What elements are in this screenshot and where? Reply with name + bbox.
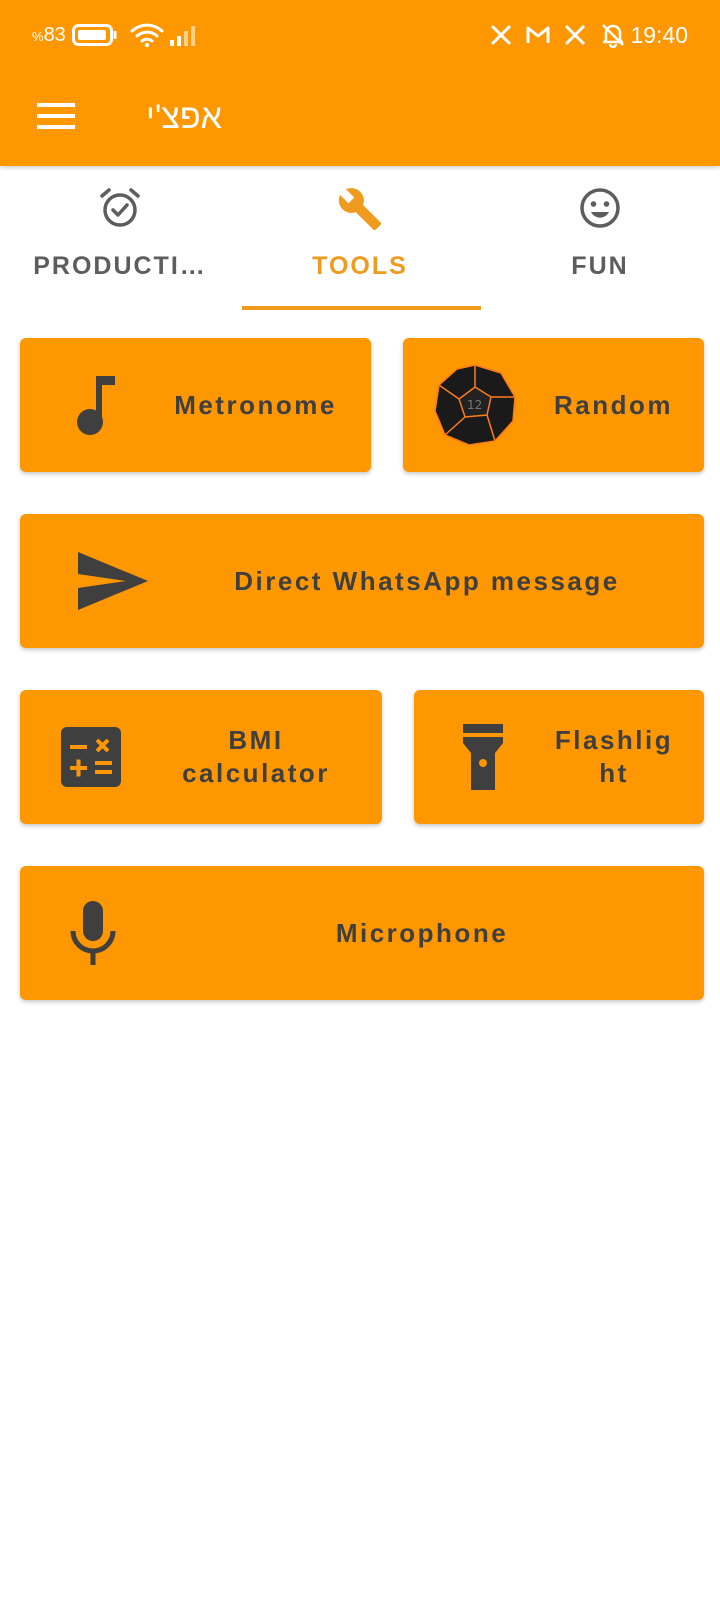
wrench-icon bbox=[338, 188, 382, 231]
percent-sign: % bbox=[32, 28, 44, 44]
microphone-button[interactable]: Microphone bbox=[20, 866, 704, 1000]
toolbar: אפצ'י bbox=[0, 70, 720, 166]
random-label: Random bbox=[554, 389, 673, 420]
bmi-label-line1: BMI bbox=[228, 725, 284, 755]
calculator-icon bbox=[61, 727, 121, 787]
whatsapp-message-button[interactable]: Direct WhatsApp message bbox=[20, 514, 704, 648]
send-icon bbox=[78, 552, 148, 610]
tab-fun[interactable]: FUN bbox=[480, 166, 720, 310]
whatsapp-label: Direct WhatsApp message bbox=[234, 565, 620, 596]
bmi-calculator-button[interactable]: BMI calculator bbox=[20, 690, 382, 824]
flashlight-label: Flashlig ht bbox=[534, 690, 694, 824]
microphone-icon bbox=[70, 901, 116, 965]
signal-icon bbox=[169, 26, 195, 46]
wifi-icon bbox=[130, 23, 164, 48]
app-title: אפצ'י bbox=[146, 98, 222, 136]
battery-percent: %83 bbox=[32, 24, 66, 47]
flashlight-label-line2: ht bbox=[599, 758, 629, 788]
bell-muted-icon bbox=[602, 24, 625, 48]
x-app-icon bbox=[491, 24, 512, 46]
app-bar: %83 19:40 אפצ'י bbox=[0, 0, 720, 166]
tab-productivity[interactable]: PRODUCTI… bbox=[0, 166, 240, 310]
metronome-button[interactable]: Metronome bbox=[20, 338, 371, 472]
tab-label-fun: FUN bbox=[571, 252, 629, 280]
clock: 19:40 bbox=[630, 21, 688, 48]
alarm-check-icon bbox=[100, 188, 140, 227]
status-right: 19:40 bbox=[476, 20, 688, 50]
flashlight-label-line1: Flashlig bbox=[554, 725, 674, 755]
tab-tools[interactable]: TOOLS bbox=[240, 166, 480, 310]
bmi-label: BMI calculator bbox=[150, 690, 362, 824]
battery-value: 83 bbox=[43, 23, 66, 46]
dice-number: 12 bbox=[467, 398, 482, 412]
tab-label-tools: TOOLS bbox=[312, 252, 408, 280]
microphone-label: Microphone bbox=[335, 917, 509, 948]
tab-label-productivity: PRODUCTI… bbox=[33, 252, 207, 280]
menu-button[interactable] bbox=[28, 88, 84, 144]
hamburger-menu-icon bbox=[37, 103, 75, 129]
music-note-icon bbox=[77, 376, 115, 435]
x-app-icon-2 bbox=[565, 24, 586, 46]
dice-d12-icon: 12 bbox=[434, 364, 516, 446]
smiley-icon bbox=[580, 188, 620, 228]
tab-bar: PRODUCTI… TOOLS FUN bbox=[0, 166, 720, 310]
status-left: %83 bbox=[32, 20, 200, 50]
battery-icon bbox=[71, 24, 117, 46]
metronome-label: Metronome bbox=[174, 389, 337, 420]
flashlight-button[interactable]: Flashlig ht bbox=[414, 690, 704, 824]
flashlight-icon bbox=[463, 724, 503, 790]
gmail-icon bbox=[526, 26, 550, 43]
tab-indicator bbox=[242, 306, 481, 310]
status-bar: %83 19:40 bbox=[0, 0, 720, 70]
bmi-label-line2: calculator bbox=[182, 758, 330, 788]
random-button[interactable]: 12 Random bbox=[403, 338, 704, 472]
